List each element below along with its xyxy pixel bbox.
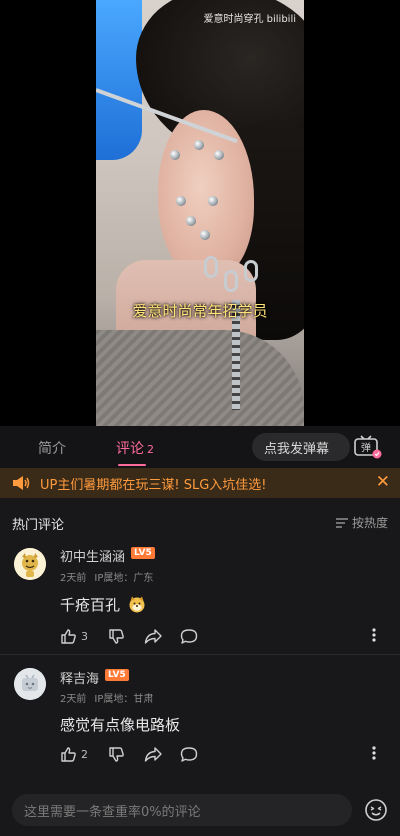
doge-emoji-icon xyxy=(129,596,145,613)
glove-image xyxy=(96,0,142,160)
thumbs-up-icon xyxy=(61,746,76,762)
video-watermark: 爱意时尚穿孔 bilibili xyxy=(203,14,296,25)
tab-comments[interactable]: 评论 2 xyxy=(116,438,154,458)
sweater-collar-image xyxy=(96,330,304,426)
video-player[interactable]: 爱意时尚穿孔 bilibili 爱意时尚常年招学员 xyxy=(0,0,400,426)
comment-text: 感觉有点像电路板 xyxy=(60,716,181,734)
close-icon[interactable]: ✕ xyxy=(376,473,390,491)
earring-stud xyxy=(170,150,180,160)
avatar[interactable] xyxy=(14,668,46,700)
emoji-icon[interactable] xyxy=(364,798,388,822)
sort-label: 按热度 xyxy=(351,516,388,530)
tab-intro[interactable]: 简介 xyxy=(38,438,66,458)
comment-divider xyxy=(0,654,400,655)
notice-bar[interactable]: UP主们暑期都在玩三谋! SLG入坑佳选! ✕ xyxy=(0,468,400,498)
danmaku-toggle-label: 弹 xyxy=(361,441,371,454)
tab-comments-label: 评论 xyxy=(116,441,144,457)
earring-hoop xyxy=(204,256,218,278)
username[interactable]: 释吉海 xyxy=(60,668,99,687)
comment-time: 2天前 xyxy=(60,573,87,584)
comment-ip-location: IP属地：广东 xyxy=(94,573,154,584)
thumbs-down-icon xyxy=(109,628,124,644)
comment-time: 2天前 xyxy=(60,694,87,705)
notice-text[interactable]: UP主们暑期都在玩三谋! SLG入坑佳选! xyxy=(40,474,266,493)
megaphone-icon xyxy=(12,475,30,491)
comment-actions: 2 xyxy=(60,744,390,764)
comment-meta: 2天前 IP属地：广东 xyxy=(60,569,161,584)
comment-bubble-icon xyxy=(180,746,198,762)
username[interactable]: 初中生涵涵 xyxy=(60,546,125,565)
more-options-icon[interactable] xyxy=(372,627,376,646)
comment-item: 释吉海 LV5 2天前 IP属地：甘肃 感觉有点像电路板 2 xyxy=(0,662,400,776)
sort-icon xyxy=(335,517,348,528)
earring-stud xyxy=(194,140,204,150)
share-button[interactable] xyxy=(144,744,162,764)
reply-button[interactable] xyxy=(180,744,198,764)
danmaku-toggle-icon[interactable]: 弹 xyxy=(352,434,382,460)
like-button[interactable]: 3 xyxy=(60,626,88,646)
comment-bubble-icon xyxy=(180,628,198,644)
reply-button[interactable] xyxy=(180,626,198,646)
avatar[interactable] xyxy=(14,548,46,580)
earring-stud xyxy=(214,150,224,160)
comment-ip-location: IP属地：甘肃 xyxy=(94,694,154,705)
earring-stud xyxy=(176,196,186,206)
earring-stud xyxy=(200,230,210,240)
comment-text: 千疮百孔 xyxy=(60,594,146,615)
like-count: 2 xyxy=(81,747,88,761)
video-frame[interactable]: 爱意时尚穿孔 bilibili 爱意时尚常年招学员 xyxy=(96,0,304,426)
more-options-icon[interactable] xyxy=(372,745,376,764)
thumbs-up-icon xyxy=(61,628,76,644)
earring-stud xyxy=(186,216,196,226)
earring-stud xyxy=(208,196,218,206)
comment-item: 初中生涵涵 LV5 2天前 IP属地：广东 千疮百孔 3 xyxy=(0,540,400,654)
hot-comments-title: 热门评论 xyxy=(12,518,65,533)
active-tab-indicator xyxy=(118,464,146,466)
dislike-button[interactable] xyxy=(108,744,125,764)
share-icon xyxy=(144,628,162,644)
sort-button[interactable]: 按热度 xyxy=(335,514,388,531)
share-button[interactable] xyxy=(144,626,162,646)
level-badge: LV5 xyxy=(131,547,155,559)
share-icon xyxy=(144,746,162,762)
comment-input[interactable]: 这里需要一条查重率0%的评论 xyxy=(12,794,352,826)
like-button[interactable]: 2 xyxy=(60,744,88,764)
video-subtitle: 爱意时尚常年招学员 xyxy=(132,302,268,320)
earring-hoop xyxy=(244,260,258,282)
dislike-button[interactable] xyxy=(108,626,125,646)
like-count: 3 xyxy=(81,629,88,643)
comment-meta: 2天前 IP属地：甘肃 xyxy=(60,690,161,705)
thumbs-down-icon xyxy=(109,746,124,762)
earring-hoop xyxy=(224,270,238,292)
danmaku-input[interactable]: 点我发弹幕 xyxy=(252,433,350,461)
comment-text-content: 千疮百孔 xyxy=(60,596,121,614)
tab-comments-count: 2 xyxy=(147,443,154,456)
comment-actions: 3 xyxy=(60,626,390,646)
level-badge: LV5 xyxy=(105,669,129,681)
